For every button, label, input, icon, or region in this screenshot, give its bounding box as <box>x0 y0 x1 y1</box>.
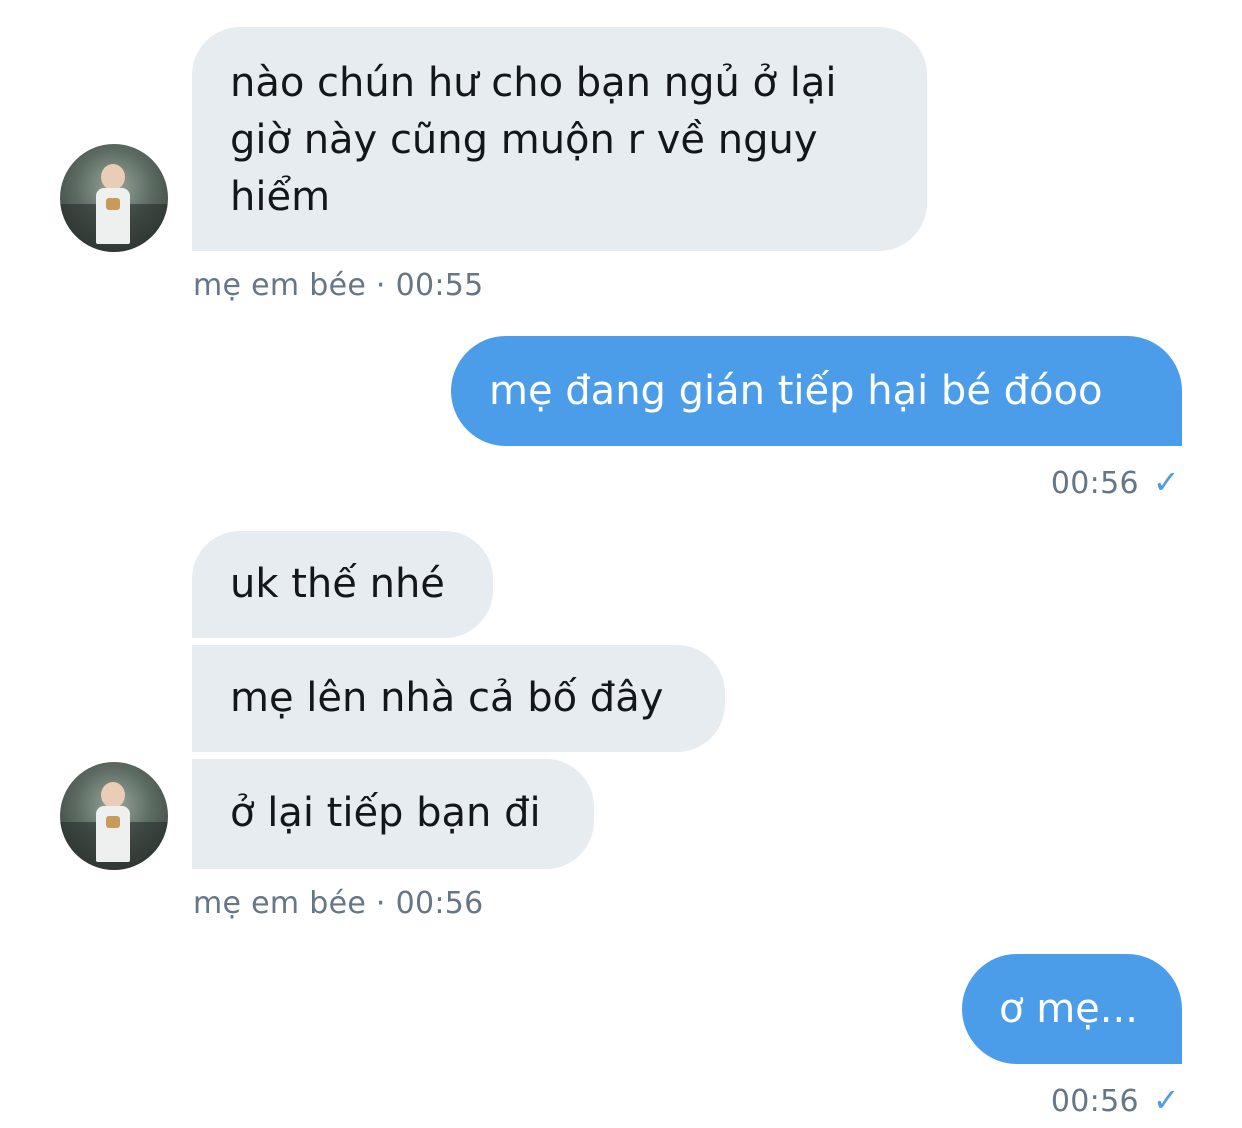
avatar-figure-head <box>101 164 125 190</box>
avatar-figure-detail <box>106 198 120 210</box>
message-line: nào chún hư cho bạn ngủ ở lại <box>230 60 837 106</box>
received-message-bubble[interactable]: ở lại tiếp bạn đi <box>192 759 594 869</box>
sent-message-bubble[interactable]: ơ mẹ... <box>962 954 1182 1064</box>
message-text: uk thế nhé <box>230 561 445 607</box>
avatar-figure-detail <box>106 816 120 828</box>
avatar-figure-body <box>96 806 130 862</box>
message-line: hiểm <box>230 174 331 220</box>
checkmark-icon: ✓ <box>1152 463 1180 501</box>
message-meta: mẹ em bée · 00:55 <box>193 268 484 303</box>
received-message-bubble[interactable]: uk thế nhé <box>192 531 493 638</box>
checkmark-icon: ✓ <box>1152 1081 1180 1119</box>
received-message-bubble[interactable]: nào chún hư cho bạn ngủ ở lại giờ này cũ… <box>192 27 927 251</box>
message-meta: mẹ em bée · 00:56 <box>193 886 484 921</box>
message-time: 00:56 ✓ <box>1051 1081 1180 1119</box>
avatar-figure-head <box>101 782 125 808</box>
time-label: 00:56 <box>1050 1084 1139 1119</box>
sent-message-bubble[interactable]: mẹ đang gián tiếp hại bé đóoo <box>451 336 1182 446</box>
time-label: 00:56 <box>1050 466 1139 501</box>
message-text: mẹ lên nhà cả bố đây <box>230 675 664 721</box>
received-message-bubble[interactable]: mẹ lên nhà cả bố đây <box>192 645 725 752</box>
message-text: mẹ đang gián tiếp hại bé đóoo <box>489 368 1103 414</box>
message-time: 00:56 ✓ <box>1051 463 1180 501</box>
message-line: giờ này cũng muộn r về nguy <box>230 117 818 163</box>
contact-avatar[interactable] <box>60 144 168 252</box>
avatar-figure-body <box>96 188 130 244</box>
message-text: ở lại tiếp bạn đi <box>230 790 541 836</box>
contact-avatar[interactable] <box>60 762 168 870</box>
message-text: ơ mẹ... <box>999 986 1138 1032</box>
